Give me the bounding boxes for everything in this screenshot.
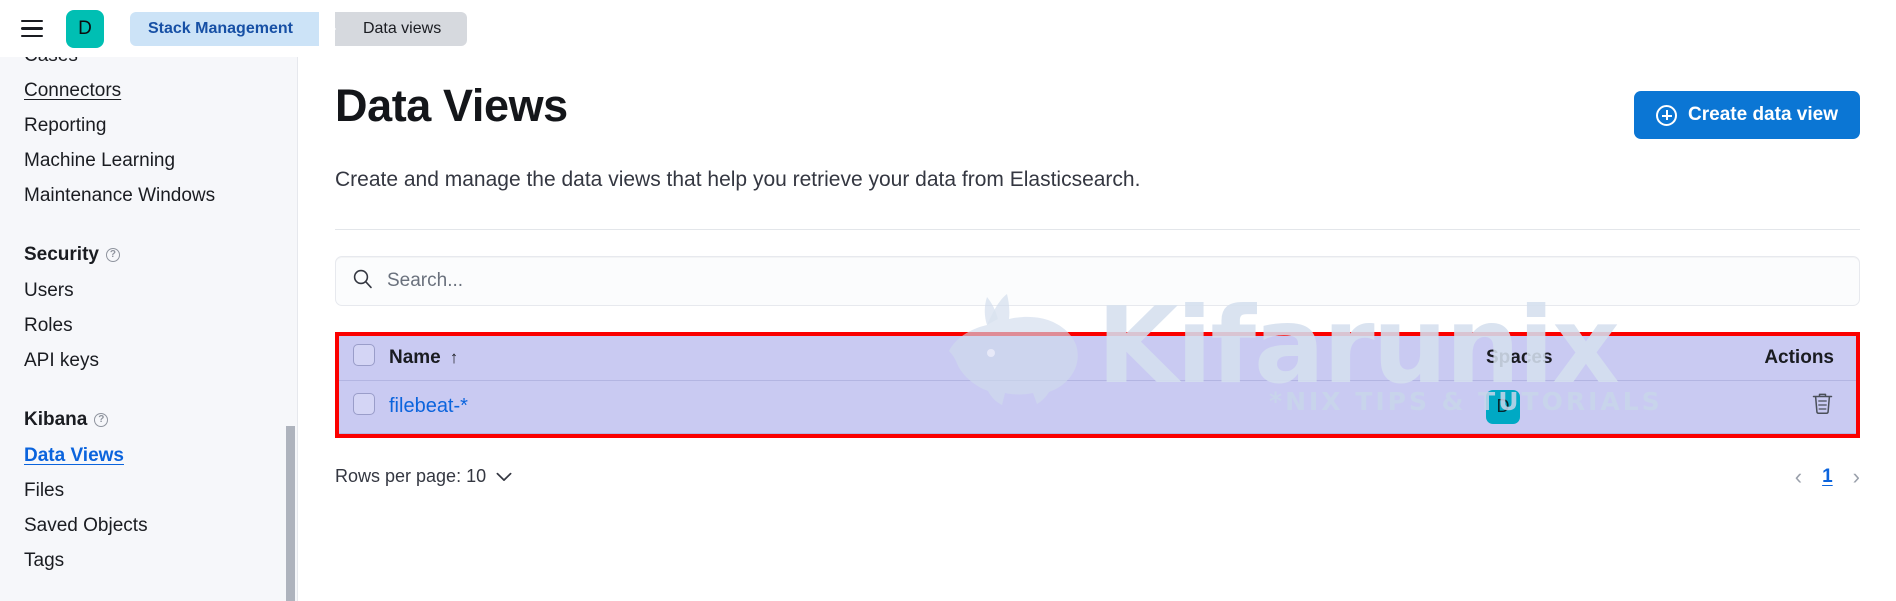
row-name-cell: filebeat-* (389, 380, 1486, 434)
rows-per-page-label: Rows per page: 10 (335, 466, 487, 487)
table-header-row: Name ↑ Spaces Actions (339, 336, 1856, 381)
data-view-name-link[interactable]: filebeat-* (389, 395, 468, 417)
main-content: Data Views Create data view Create and m… (299, 57, 1896, 601)
space-avatar[interactable]: D (66, 9, 104, 48)
breadcrumb-item-stack-management[interactable]: Stack Management (130, 11, 335, 46)
sidebar-item-roles[interactable]: Roles (0, 308, 297, 343)
row-checkbox[interactable] (353, 392, 375, 415)
create-data-view-button-label: Create data view (1688, 104, 1838, 125)
sidebar-group-security: Security ? (0, 237, 297, 273)
question-mark-icon[interactable]: ? (105, 248, 120, 262)
sidebar-item-list: Cases Connectors Reporting Machine Learn… (0, 38, 297, 578)
sidebar-item-data-views[interactable]: Data Views (0, 438, 297, 473)
table-header: Name ↑ Spaces Actions (339, 336, 1856, 381)
table-body: filebeat-* D (339, 380, 1856, 434)
row-select-cell (339, 380, 389, 434)
column-header-name-label: Name (389, 347, 441, 369)
sidebar-item-machine-learning[interactable]: Machine Learning (0, 143, 297, 178)
page-number-1[interactable]: 1 (1822, 466, 1833, 488)
search-icon (352, 268, 373, 294)
kibana-data-views-page: D Stack Management Data views Cases Conn… (0, 0, 1896, 601)
row-spaces-cell: D (1486, 380, 1746, 434)
section-divider (335, 229, 1860, 231)
sidebar-group-kibana-label: Kibana (24, 409, 88, 430)
column-header-spaces: Spaces (1486, 336, 1746, 381)
space-badge[interactable]: D (1486, 389, 1520, 424)
sidebar-item-users[interactable]: Users (0, 273, 297, 308)
page-description: Create and manage the data views that he… (335, 168, 1141, 191)
column-header-name[interactable]: Name ↑ (389, 336, 1486, 381)
question-mark-icon[interactable]: ? (94, 413, 109, 427)
sidebar-group-security-label: Security (24, 244, 99, 265)
sidebar-item-tags[interactable]: Tags (0, 543, 297, 578)
sidebar-item-saved-objects[interactable]: Saved Objects (0, 508, 297, 543)
page-header: Data Views Create data view (335, 57, 1860, 139)
sort-ascending-icon: ↑ (449, 348, 459, 368)
rows-per-page-selector[interactable]: Rows per page: 10 (335, 466, 512, 487)
page-title: Data Views (335, 80, 568, 131)
column-header-actions: Actions (1746, 336, 1856, 381)
table-pagination: Rows per page: 10 ‹ 1 › (335, 460, 1860, 494)
row-actions-cell (1746, 380, 1856, 434)
chevron-left-icon[interactable]: ‹ (1795, 465, 1802, 488)
breadcrumb: Stack Management Data views (130, 11, 468, 46)
sidebar-item-maintenance-windows[interactable]: Maintenance Windows (0, 178, 297, 213)
hamburger-menu-icon[interactable] (12, 9, 52, 49)
sidebar-group-kibana: Kibana ? (0, 402, 297, 438)
select-all-header (339, 336, 389, 381)
content-container: Data Views Create data view Create and m… (299, 57, 1896, 494)
sidebar-item-reporting[interactable]: Reporting (0, 108, 297, 143)
table-row[interactable]: filebeat-* D (339, 380, 1856, 434)
page-controls: ‹ 1 › (1795, 465, 1860, 488)
search-bar[interactable] (335, 256, 1860, 307)
breadcrumb-item-data-views[interactable]: Data views (318, 11, 468, 46)
plus-circle-icon (1656, 104, 1678, 126)
chevron-down-icon (496, 466, 512, 487)
trash-icon[interactable] (1811, 391, 1834, 422)
data-views-table: Name ↑ Spaces Actions filebeat-* D (339, 336, 1856, 434)
create-data-view-button[interactable]: Create data view (1634, 91, 1860, 139)
select-all-checkbox[interactable] (353, 344, 375, 367)
sidebar-navigation: Cases Connectors Reporting Machine Learn… (0, 38, 298, 601)
top-navigation-bar: D Stack Management Data views (0, 0, 1896, 57)
sidebar-item-connectors[interactable]: Connectors (0, 73, 297, 108)
data-views-table-highlight: Name ↑ Spaces Actions filebeat-* D (335, 332, 1860, 438)
sidebar-scrollbar-thumb[interactable] (286, 426, 295, 601)
chevron-right-icon[interactable]: › (1853, 465, 1860, 488)
search-input[interactable] (387, 270, 1843, 293)
sidebar-item-files[interactable]: Files (0, 473, 297, 508)
sidebar-item-api-keys[interactable]: API keys (0, 343, 297, 378)
